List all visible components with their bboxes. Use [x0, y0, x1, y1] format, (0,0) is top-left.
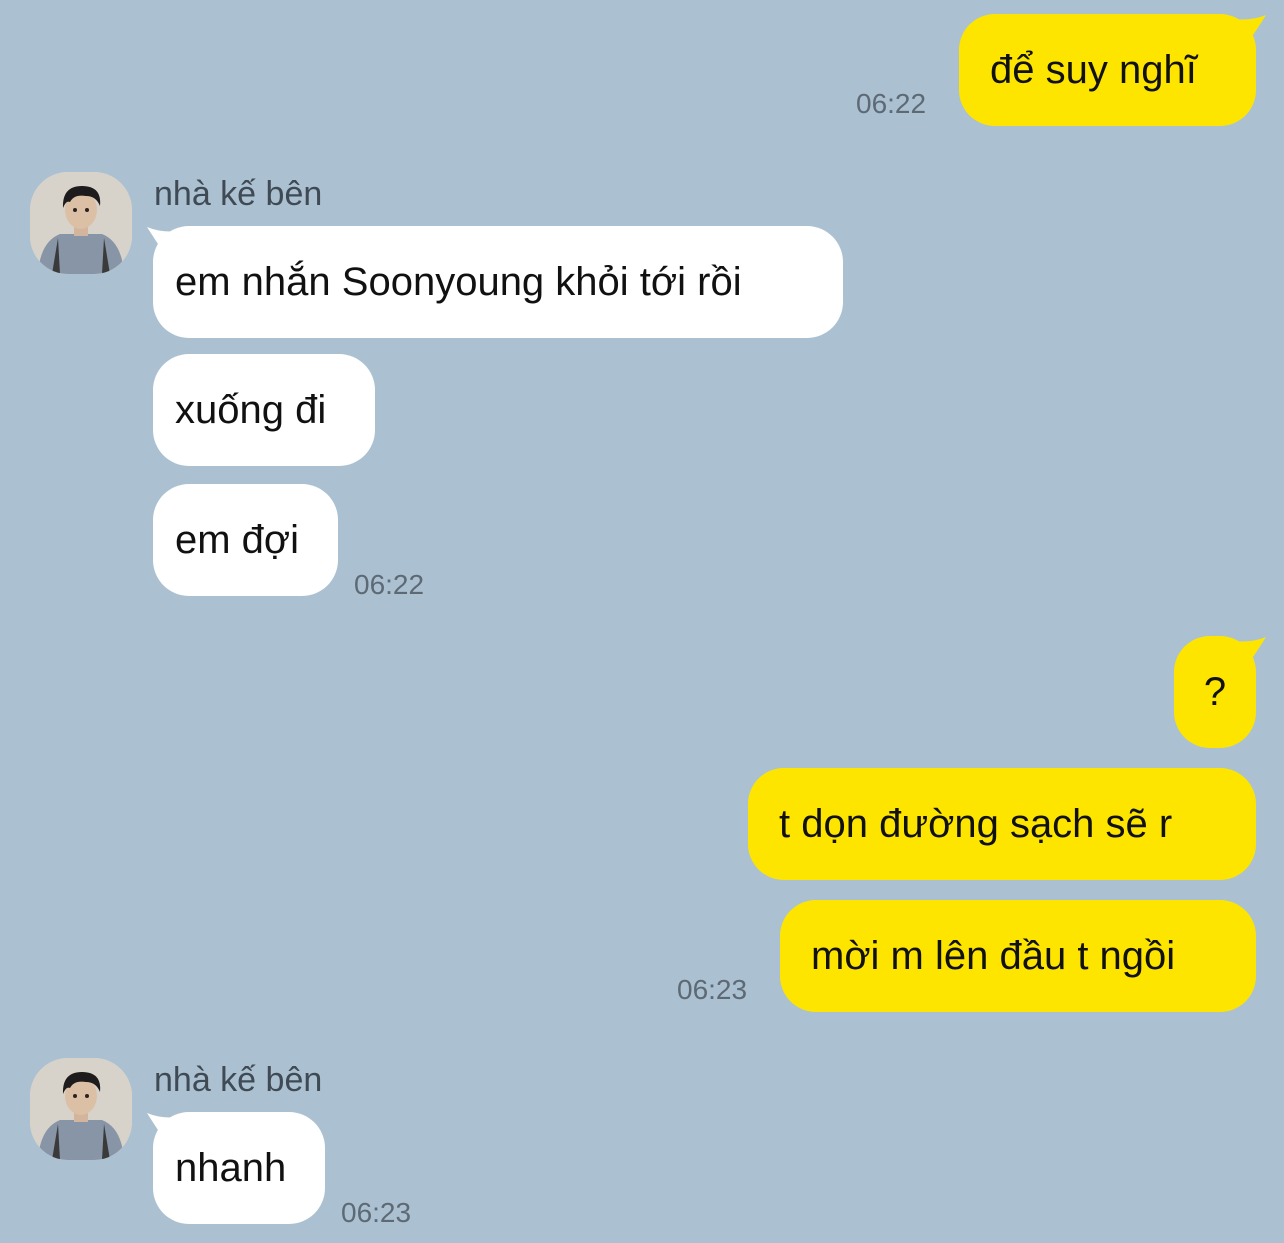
incoming-message-bubble[interactable]: xuống đi: [153, 354, 375, 466]
contact-avatar[interactable]: [30, 1058, 132, 1160]
incoming-message-bubble[interactable]: em nhắn Soonyoung khỏi tới rồi: [153, 226, 843, 338]
incoming-message-bubble[interactable]: em đợi: [153, 484, 338, 596]
sender-name: nhà kế bên: [154, 175, 323, 213]
outgoing-message-bubble[interactable]: t dọn đường sạch sẽ r: [748, 768, 1256, 880]
contact-avatar[interactable]: [30, 172, 132, 274]
message-timestamp: 06:23: [341, 1197, 412, 1228]
profile-photo-avatar-icon: [30, 1058, 132, 1160]
outgoing-message-bubble[interactable]: ?: [1174, 636, 1256, 748]
outgoing-message-bubble[interactable]: mời m lên đầu t ngồi: [780, 900, 1256, 1012]
profile-photo-avatar-icon: [30, 172, 132, 274]
message-timestamp: 06:22: [354, 569, 425, 600]
message-timestamp: 06:22: [856, 88, 927, 119]
message-timestamp: 06:23: [677, 974, 748, 1005]
outgoing-message-bubble[interactable]: để suy nghĩ: [959, 14, 1256, 126]
incoming-message-bubble[interactable]: nhanh: [153, 1112, 325, 1224]
sender-name: nhà kế bên: [154, 1061, 323, 1099]
